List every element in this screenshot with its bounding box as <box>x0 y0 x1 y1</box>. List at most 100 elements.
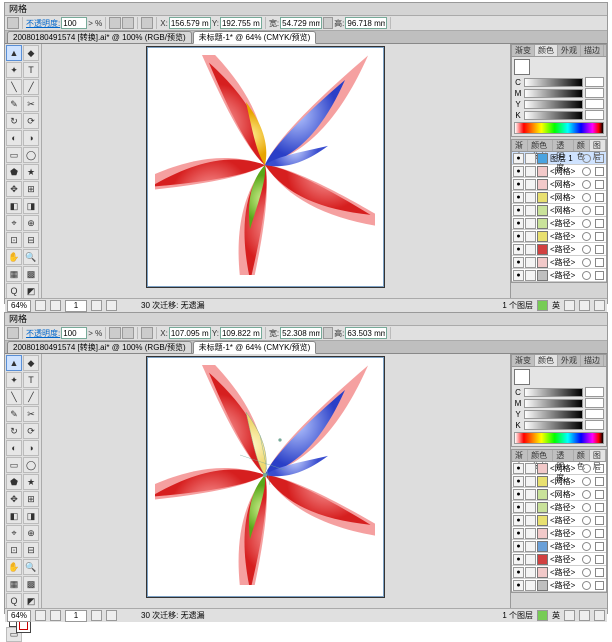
lock-icon[interactable] <box>525 463 536 474</box>
tool-23[interactable]: ⊟ <box>23 542 39 558</box>
tool-9[interactable]: ⟳ <box>23 113 39 129</box>
layer-row[interactable]: ● <路径> <box>512 579 606 592</box>
nav-prev[interactable] <box>50 610 61 621</box>
nav-first[interactable] <box>35 610 46 621</box>
panel-tab[interactable]: 描边 <box>581 45 604 56</box>
status-icon[interactable] <box>564 610 575 621</box>
select-icon[interactable] <box>595 154 604 163</box>
tool-24[interactable]: ✋ <box>6 249 22 265</box>
visibility-icon[interactable]: ● <box>513 153 524 164</box>
h-input[interactable] <box>345 327 387 339</box>
layer-row[interactable]: ● <网格> <box>512 204 606 217</box>
tool-11[interactable]: ◑ <box>23 130 39 146</box>
target-icon[interactable] <box>582 477 591 486</box>
visibility-icon[interactable]: ● <box>513 231 524 242</box>
style-icon[interactable] <box>109 17 121 29</box>
tool-7[interactable]: ✂ <box>23 96 39 112</box>
lock-icon[interactable] <box>525 528 536 539</box>
lock-icon[interactable] <box>525 192 536 203</box>
zoom-value[interactable]: 64% <box>7 610 31 622</box>
lock-icon[interactable] <box>525 489 536 500</box>
select-icon[interactable] <box>595 581 604 590</box>
tool-5[interactable]: ╱ <box>23 79 39 95</box>
lock-icon[interactable] <box>525 153 536 164</box>
tool-10[interactable]: ◐ <box>6 130 22 146</box>
tool-27[interactable]: ▩ <box>23 266 39 282</box>
tool-16[interactable]: ✥ <box>6 181 22 197</box>
channel-value[interactable] <box>585 88 604 98</box>
panel-tab[interactable]: 图层 <box>590 140 606 151</box>
opacity-input[interactable] <box>61 17 87 29</box>
visibility-icon[interactable]: ● <box>513 515 524 526</box>
tool-12[interactable]: ▭ <box>6 147 22 163</box>
select-icon[interactable] <box>595 258 604 267</box>
channel-value[interactable] <box>585 99 604 109</box>
tool-4[interactable]: ╲ <box>6 389 22 405</box>
status-icon[interactable] <box>594 300 605 311</box>
w-input[interactable] <box>280 17 322 29</box>
tool-8[interactable]: ↻ <box>6 113 22 129</box>
lock-icon[interactable] <box>525 515 536 526</box>
tool-1[interactable]: ◆ <box>23 45 39 61</box>
visibility-icon[interactable]: ● <box>513 192 524 203</box>
target-icon[interactable] <box>582 490 591 499</box>
visibility-icon[interactable]: ● <box>513 179 524 190</box>
target-icon[interactable] <box>582 516 591 525</box>
tool-27[interactable]: ▩ <box>23 576 39 592</box>
channel-slider[interactable] <box>524 89 583 98</box>
opacity-input[interactable] <box>61 327 87 339</box>
tool-28[interactable]: Q <box>6 283 22 299</box>
status-icon[interactable] <box>537 300 548 311</box>
select-icon[interactable] <box>595 232 604 241</box>
lock-icon[interactable] <box>525 257 536 268</box>
style-icon-2[interactable] <box>122 327 134 339</box>
doc-tab[interactable]: 20080180491574 [转换].ai* @ 100% (RGB/预览) <box>7 341 192 354</box>
select-icon[interactable] <box>595 516 604 525</box>
lock-icon[interactable] <box>525 476 536 487</box>
grid-icon[interactable] <box>7 17 19 29</box>
align-icon[interactable] <box>141 17 153 29</box>
lock-icon[interactable] <box>525 270 536 281</box>
select-icon[interactable] <box>595 464 604 473</box>
tool-21[interactable]: ⊕ <box>23 525 39 541</box>
lock-icon[interactable] <box>525 580 536 591</box>
panel-tab[interactable]: 透明度 <box>553 140 574 151</box>
visibility-icon[interactable]: ● <box>513 218 524 229</box>
link-icon[interactable] <box>323 17 333 29</box>
tool-14[interactable]: ⬟ <box>6 164 22 180</box>
select-icon[interactable] <box>595 503 604 512</box>
visibility-icon[interactable]: ● <box>513 244 524 255</box>
tool-16[interactable]: ✥ <box>6 491 22 507</box>
y-input[interactable] <box>220 327 262 339</box>
target-icon[interactable] <box>582 271 591 280</box>
target-icon[interactable] <box>582 180 591 189</box>
tool-6[interactable]: ✎ <box>6 406 22 422</box>
visibility-icon[interactable]: ● <box>513 270 524 281</box>
select-icon[interactable] <box>595 271 604 280</box>
layer-row[interactable]: ● <路径> <box>512 269 606 282</box>
nav-next[interactable] <box>91 300 102 311</box>
tool-18[interactable]: ◧ <box>6 198 22 214</box>
channel-slider[interactable] <box>524 421 583 430</box>
channel-slider[interactable] <box>524 111 583 120</box>
doc-tab[interactable]: 20080180491574 [转换].ai* @ 100% (RGB/预览) <box>7 31 192 44</box>
link-icon[interactable] <box>323 327 333 339</box>
spectrum-picker[interactable] <box>514 122 604 134</box>
tool-7[interactable]: ✂ <box>23 406 39 422</box>
tool-4[interactable]: ╲ <box>6 79 22 95</box>
select-icon[interactable] <box>595 555 604 564</box>
layer-row[interactable]: ● <路径> <box>512 514 606 527</box>
doc-tab[interactable]: 未标题-1* @ 64% (CMYK/预览) <box>193 341 317 354</box>
visibility-icon[interactable]: ● <box>513 463 524 474</box>
opacity-label[interactable]: 不透明度: <box>26 18 60 29</box>
tool-22[interactable]: ⊡ <box>6 542 22 558</box>
select-icon[interactable] <box>595 180 604 189</box>
page-num[interactable]: 1 <box>65 300 87 312</box>
tool-3[interactable]: T <box>23 372 39 388</box>
visibility-icon[interactable]: ● <box>513 257 524 268</box>
select-icon[interactable] <box>595 542 604 551</box>
h-input[interactable] <box>345 17 387 29</box>
channel-value[interactable] <box>585 387 604 397</box>
layer-row[interactable]: ● <网格> <box>512 165 606 178</box>
channel-slider[interactable] <box>524 410 583 419</box>
